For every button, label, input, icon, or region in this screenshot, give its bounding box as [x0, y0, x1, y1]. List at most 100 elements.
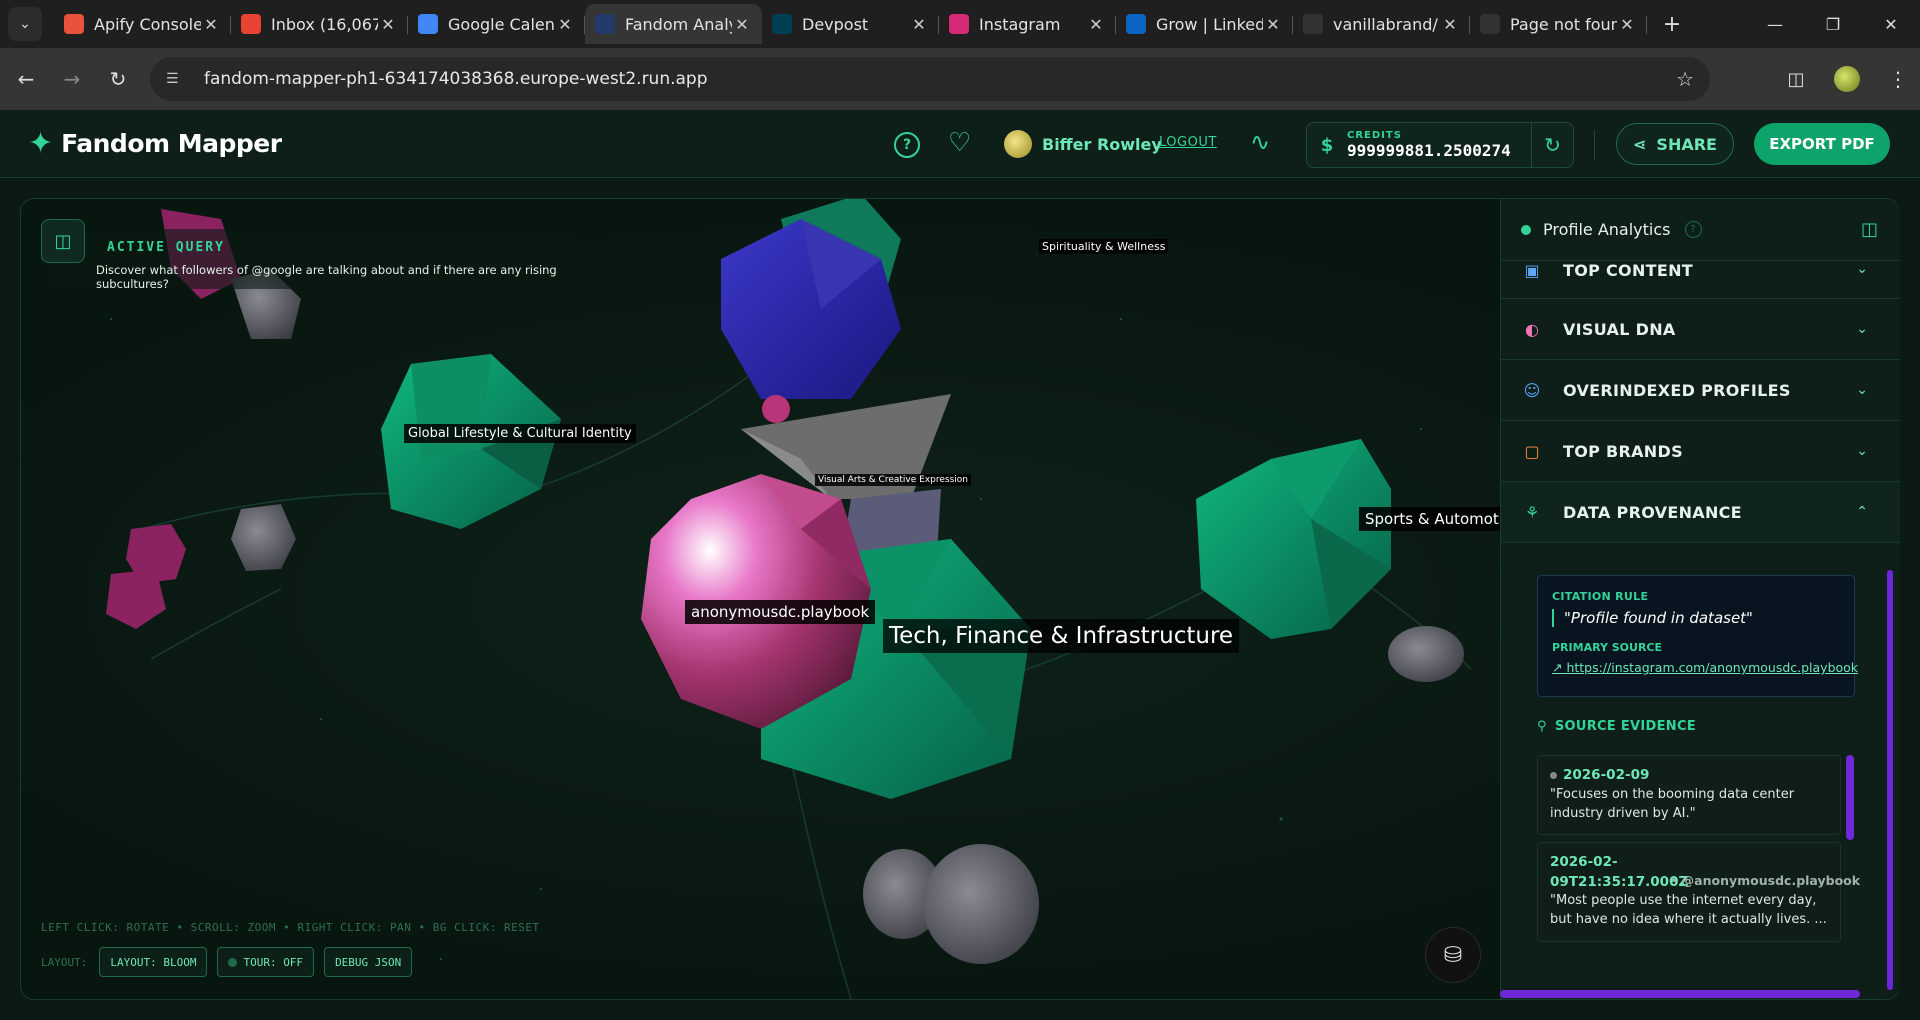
tab-close-icon[interactable]: ✕: [1617, 15, 1637, 34]
site-settings-icon[interactable]: ☰: [166, 71, 188, 87]
help-icon[interactable]: ?: [894, 132, 920, 158]
tour-toggle-button[interactable]: TOUR: OFF: [217, 947, 315, 977]
tab-list: Apify Console ✕ Inbox (16,067) ✕ Google Cale…: [54, 4, 1647, 44]
collapse-panel-icon[interactable]: ◫: [1861, 219, 1878, 240]
browser-tab-label: Grow | LinkedIn: [1156, 14, 1263, 34]
browser-menu-kebab-icon[interactable]: ⋮: [1888, 67, 1908, 91]
chevron-down-icon[interactable]: ⌄: [1856, 382, 1868, 398]
provenance-icon: ⚘: [1524, 502, 1540, 522]
panel-scrollbar[interactable]: [1887, 570, 1893, 990]
export-pdf-button[interactable]: EXPORT PDF: [1754, 123, 1890, 165]
evidence-scrollbar[interactable]: [1846, 755, 1854, 840]
browser-tab[interactable]: Page not found✕: [1470, 4, 1647, 44]
heart-icon[interactable]: ♡: [948, 128, 971, 158]
panel-help-icon[interactable]: ?: [1684, 221, 1702, 238]
instagram-icon: [949, 14, 969, 34]
browser-tab[interactable]: Inbox (16,067) ✕: [231, 4, 408, 44]
accordion-label: OVERINDEXED PROFILES: [1563, 380, 1791, 400]
accordion-top-content[interactable]: ▣ TOP CONTENT ⌄: [1501, 261, 1900, 299]
gmail-icon: [241, 14, 261, 34]
github-icon: [1480, 14, 1500, 34]
tab-close-icon[interactable]: ✕: [378, 15, 398, 34]
node-sports-shape[interactable]: [1196, 439, 1391, 639]
evidence-item[interactable]: 2026-02-09 "Focuses on the booming data …: [1537, 755, 1841, 835]
accordion-top-brands[interactable]: ▢ TOP BRANDS ⌄: [1501, 421, 1900, 482]
evidence-date: 2026-02-09: [1563, 767, 1650, 783]
primary-source-link[interactable]: ↗ https://instagram.com/anonymousdc.play…: [1552, 660, 1858, 675]
browser-tab[interactable]: Instagram ✕: [939, 4, 1116, 44]
browser-tab-label: Google Calendar: [448, 14, 555, 34]
accordion-label: VISUAL DNA: [1563, 319, 1676, 339]
bookmark-star-icon[interactable]: ☆: [1676, 67, 1694, 91]
chevron-down-icon[interactable]: ⌄: [1856, 443, 1868, 459]
brand[interactable]: ✦ Fandom Mapper: [28, 126, 282, 161]
forward-arrow-icon[interactable]: →: [52, 59, 92, 99]
tab-close-icon[interactable]: ✕: [732, 15, 752, 34]
restore-icon[interactable]: ❐: [1804, 0, 1862, 48]
logout-link[interactable]: LOGOUT: [1159, 135, 1217, 150]
profile-analytics-panel: Profile Analytics ? ◫ ▣ TOP CONTENT ⌄ ◐ VISU…: [1500, 199, 1900, 999]
node-label-global-lifestyle[interactable]: Global Lifestyle & Cultural Identity: [404, 424, 636, 443]
minimize-icon[interactable]: —: [1746, 0, 1804, 48]
node-label-profile[interactable]: anonymousdc.playbook: [685, 600, 876, 624]
node-label-tech[interactable]: Tech, Finance & Infrastructure: [883, 619, 1240, 653]
new-tab-plus-icon[interactable]: +: [1655, 7, 1689, 41]
accordion-sections: ▣ TOP CONTENT ⌄ ◐ VISUAL DNA ⌄ ☺ OVERINDEXED PR…: [1501, 261, 1900, 543]
tab-search-chevron-icon[interactable]: ⌄: [8, 7, 42, 41]
reload-icon[interactable]: ↻: [98, 59, 138, 99]
evidence-item[interactable]: 2026-02-09T21:35:17.000Z • @anonymousdc.p…: [1537, 842, 1860, 942]
back-arrow-icon[interactable]: ←: [6, 59, 46, 99]
address-bar[interactable]: ☰ fandom-mapper-ph1-634174038368.europe-…: [150, 57, 1710, 101]
share-button[interactable]: ⋖ SHARE: [1616, 123, 1734, 165]
active-query-text: Discover what followers of @google are t…: [96, 263, 557, 291]
node-spirituality-shape[interactable]: [721, 199, 901, 399]
tab-close-icon[interactable]: ✕: [1086, 15, 1106, 34]
chevron-down-icon[interactable]: ⌄: [1856, 321, 1868, 337]
browser-tab[interactable]: Google Calendar✕: [408, 4, 585, 44]
tab-close-icon[interactable]: ✕: [555, 15, 575, 34]
accordion-visual-dna[interactable]: ◐ VISUAL DNA ⌄: [1501, 299, 1900, 360]
url-text[interactable]: fandom-mapper-ph1-634174038368.europe-we…: [204, 69, 708, 89]
credits-value: 999999881.2500274: [1347, 141, 1511, 160]
panel-horizontal-scrollbar[interactable]: [1500, 990, 1860, 998]
activity-pulse-icon[interactable]: ∿: [1250, 128, 1270, 156]
evidence-handle: @anonymousdc.playbook: [1681, 873, 1861, 889]
browser-tab[interactable]: Apify Console ✕: [54, 4, 231, 44]
browser-profile-avatar[interactable]: [1834, 66, 1860, 92]
accordion-data-provenance[interactable]: ⚘ DATA PROVENANCE ⌃: [1501, 482, 1900, 543]
fandom-icon: [595, 14, 615, 34]
share-label: SHARE: [1656, 134, 1717, 154]
window-controls: — ❐ ✕: [1746, 0, 1920, 48]
browser-tab[interactable]: vanillabrand/✕: [1293, 4, 1470, 44]
browser-tab-label: Apify Console: [94, 14, 201, 34]
tab-close-icon[interactable]: ✕: [909, 15, 929, 34]
tab-close-icon[interactable]: ✕: [201, 15, 221, 34]
node-label-visual-arts[interactable]: Visual Arts & Creative Expression: [815, 474, 971, 486]
database-icon[interactable]: ⛁: [1425, 927, 1481, 983]
evidence-date: 2026-02-09T21:35:17.000Z: [1550, 854, 1689, 890]
chevron-up-icon[interactable]: ⌃: [1856, 504, 1868, 520]
sparkle-logo-icon: ✦: [28, 126, 54, 161]
accordion-overindexed-profiles[interactable]: ☺ OVERINDEXED PROFILES ⌄: [1501, 360, 1900, 421]
tab-close-icon[interactable]: ✕: [1263, 15, 1283, 34]
tab-close-icon[interactable]: ✕: [1440, 15, 1460, 34]
credits-label: CREDITS: [1347, 130, 1402, 141]
layout-label: LAYOUT:: [41, 955, 88, 969]
browser-tab[interactable]: Fandom Analytics✕: [585, 4, 762, 44]
layout-bloom-button[interactable]: LAYOUT: BLOOM: [99, 947, 208, 977]
debug-json-button[interactable]: DEBUG JSON: [324, 947, 413, 977]
refresh-credits-icon[interactable]: ↻: [1531, 123, 1573, 167]
app-header: ✦ Fandom Mapper ? ♡ Biffer Rowley LOGOUT…: [0, 110, 1920, 178]
source-evidence-header: ⚲ SOURCE EVIDENCE: [1537, 719, 1696, 734]
toggle-left-panel-icon[interactable]: ◫: [41, 219, 85, 263]
browser-tab-strip: ⌄ Apify Console ✕ Inbox (16,067) ✕ Google Ca…: [0, 0, 1920, 48]
extensions-puzzle-icon[interactable]: ◫: [1776, 69, 1816, 90]
browser-tab[interactable]: Devpost ✕: [762, 4, 939, 44]
browser-tab[interactable]: Grow | LinkedIn✕: [1116, 4, 1293, 44]
credits-display: $ CREDITS 999999881.2500274 ↻: [1306, 122, 1574, 168]
chevron-down-icon[interactable]: ⌄: [1856, 261, 1868, 277]
user-badge[interactable]: Biffer Rowley: [1004, 130, 1162, 158]
node-label-spirituality[interactable]: Spirituality & Wellness: [1039, 239, 1169, 254]
accordion-label: TOP CONTENT: [1563, 261, 1693, 280]
close-window-icon[interactable]: ✕: [1862, 0, 1920, 48]
